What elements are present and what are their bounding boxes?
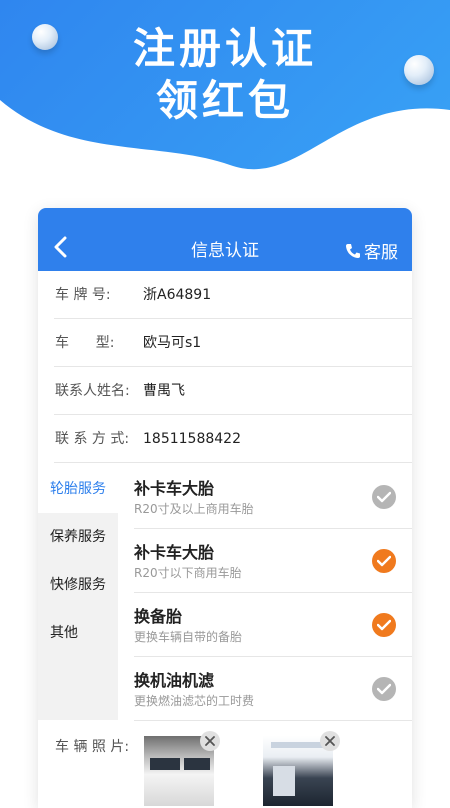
vehicle-model-label: 车 型: xyxy=(55,335,115,351)
service-subtitle: 更换车辆自带的备胎 xyxy=(134,630,243,644)
plate-number-row[interactable]: 车 牌 号: 浙A64891 xyxy=(38,271,412,319)
category-label: 快修服务 xyxy=(50,577,106,593)
contact-name-row[interactable]: 联系人姓名: 曹禺飞 xyxy=(38,367,412,415)
phone-icon xyxy=(346,243,360,258)
check-icon[interactable] xyxy=(372,549,396,573)
remove-photo-button[interactable] xyxy=(320,731,340,751)
service-title: 换备胎 xyxy=(134,607,183,626)
service-subtitle: 更换燃油滤芯的工时费 xyxy=(134,694,255,708)
contact-phone-field[interactable]: 18511588422 xyxy=(143,429,241,449)
divider xyxy=(54,462,412,463)
plate-number-label: 车 牌 号: xyxy=(55,287,111,303)
verification-card: 信息认证 客服 车 牌 号: 浙A64891 车 型: 欧马可s1 联系人姓名:… xyxy=(38,208,412,808)
service-subtitle: R20寸以下商用车胎 xyxy=(134,566,242,580)
category-sidebar: 轮胎服务 保养服务 快修服务 其他 xyxy=(38,465,118,720)
contact-name-label: 联系人姓名: xyxy=(55,383,130,399)
service-title: 换机油机滤 xyxy=(134,671,215,690)
service-item[interactable]: 补卡车大胎 R20寸以下商用车胎 xyxy=(118,529,412,593)
category-quick-repair-service[interactable]: 快修服务 xyxy=(38,561,118,609)
service-item[interactable]: 补卡车大胎 R20寸及以上商用车胎 xyxy=(118,465,412,529)
remove-photo-button[interactable] xyxy=(200,731,220,751)
service-title: 补卡车大胎 xyxy=(134,479,215,498)
navbar: 信息认证 客服 xyxy=(38,208,412,271)
vehicle-model-row[interactable]: 车 型: 欧马可s1 xyxy=(38,319,412,367)
check-icon[interactable] xyxy=(372,613,396,637)
service-item[interactable]: 换备胎 更换车辆自带的备胎 xyxy=(118,593,412,657)
banner-title: 注册认证 xyxy=(132,24,317,73)
service-item[interactable]: 换机油机滤 更换燃油滤芯的工时费 xyxy=(118,657,412,721)
service-title: 补卡车大胎 xyxy=(134,543,215,562)
contact-name-field[interactable]: 曹禺飞 xyxy=(143,381,185,401)
customer-service-label: 客服 xyxy=(364,243,398,263)
category-other[interactable]: 其他 xyxy=(38,609,118,657)
check-icon[interactable] xyxy=(372,677,396,701)
category-label: 轮胎服务 xyxy=(50,481,106,497)
plate-number-field[interactable]: 浙A64891 xyxy=(143,285,211,305)
banner-subtitle: 领红包 xyxy=(155,76,294,125)
contact-phone-row[interactable]: 联 系 方 式: 18511588422 xyxy=(38,415,412,463)
category-maintenance-service[interactable]: 保养服务 xyxy=(38,513,118,561)
vehicle-photos-label: 车 辆 照 片: xyxy=(55,739,130,755)
close-icon xyxy=(205,736,215,746)
service-subtitle: R20寸及以上商用车胎 xyxy=(134,502,254,516)
category-label: 保养服务 xyxy=(50,529,106,545)
category-tire-service[interactable]: 轮胎服务 xyxy=(38,465,118,513)
check-icon[interactable] xyxy=(372,485,396,509)
contact-phone-label: 联 系 方 式: xyxy=(55,431,130,447)
category-label: 其他 xyxy=(50,625,78,641)
divider xyxy=(134,720,412,721)
close-icon xyxy=(325,736,335,746)
customer-service-button[interactable]: 客服 xyxy=(345,238,398,263)
vehicle-model-field[interactable]: 欧马可s1 xyxy=(143,333,201,353)
